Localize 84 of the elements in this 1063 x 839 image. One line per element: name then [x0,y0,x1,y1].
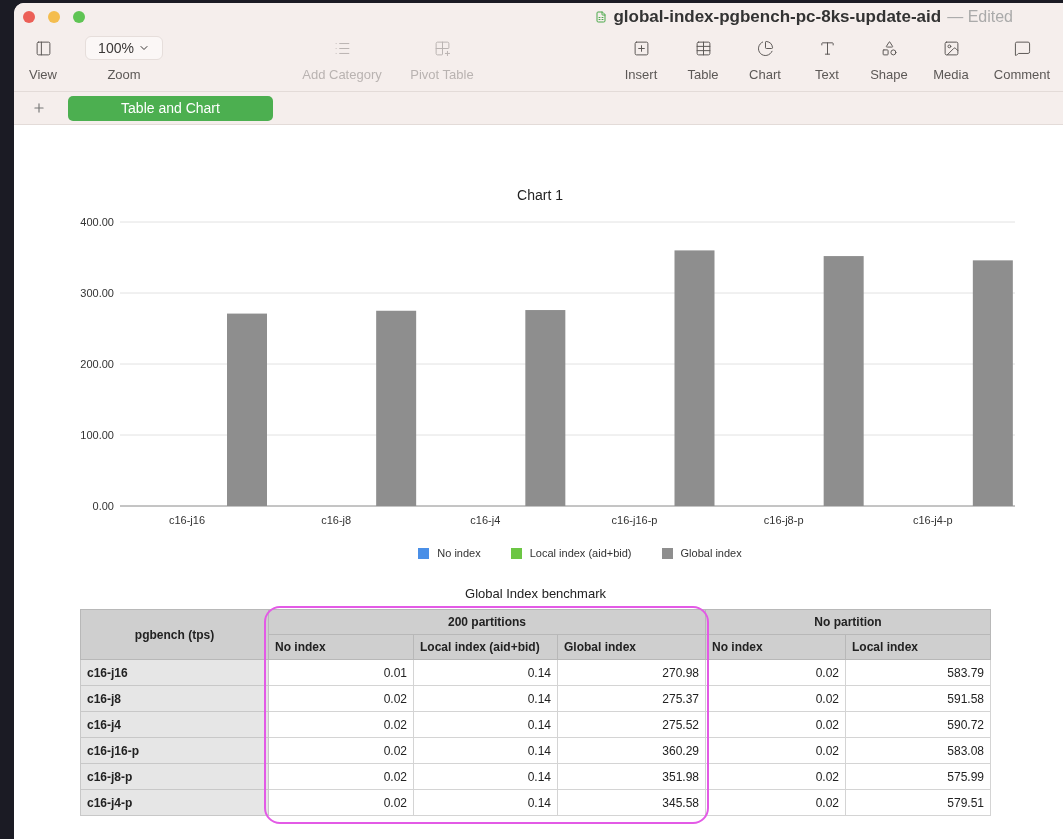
document-icon [595,11,608,23]
column-header: pgbench (tps) [80,609,269,660]
table-cell: 270.98 [557,659,706,686]
table-cell: 275.37 [557,685,706,712]
toolbar-label[interactable]: View [29,65,57,85]
table-cell: 579.51 [845,789,991,816]
legend-label: Global index [680,546,742,561]
table-cell: 583.08 [845,737,991,764]
legend-label: Local index (aid+bid) [529,546,632,561]
toolbar-label[interactable]: Chart [749,65,781,85]
table-cell: 351.98 [557,763,706,790]
axis-label: c16-j16-p [611,514,658,526]
image-icon[interactable] [942,39,960,57]
close-button[interactable] [23,11,35,23]
table-cell: 575.99 [845,763,991,790]
row-header: c16-j8 [80,685,269,712]
table-cell: 360.29 [557,737,706,764]
column-header: No index [268,634,414,660]
table-cell: 0.02 [705,685,846,712]
legend-label: No index [437,546,481,561]
row-header: c16-j8-p [80,763,269,790]
row-header: c16-j16 [80,659,269,686]
table-cell: 0.02 [705,711,846,738]
table-cell: 0.14 [413,685,558,712]
row-header: c16-j4-p [80,789,269,816]
sidebar-icon[interactable] [34,39,52,57]
column-header: Global index [557,634,706,660]
toolbar-label[interactable]: Shape [870,65,908,85]
axis-label: 300.00 [80,287,114,299]
plus-square-icon[interactable] [632,39,650,57]
table-cell: 0.01 [268,659,414,686]
axis-label: c16-j16 [168,514,206,526]
table-cell: 0.02 [268,737,414,764]
column-header: Local index (aid+bid) [413,634,558,660]
table-cell: 275.52 [557,711,706,738]
plus-icon [32,101,46,115]
speech-bubble-icon[interactable] [1013,39,1031,57]
pie-chart-icon[interactable] [756,39,774,57]
toolbar-label[interactable]: Comment [993,65,1051,85]
column-header: Local index [845,634,991,660]
table-cell: 0.02 [268,789,414,816]
table-icon[interactable] [694,39,712,57]
text-box-icon[interactable] [818,39,836,57]
toolbar-label[interactable]: Text [815,65,839,85]
table-cell: 0.14 [413,711,558,738]
column-header: 200 partitions [268,609,706,635]
table-cell: 0.14 [413,763,558,790]
row-header: c16-j16-p [80,737,269,764]
axis-label: 200.00 [80,358,114,370]
table-cell: 0.14 [413,659,558,686]
table-cell: 583.79 [845,659,991,686]
toolbar-label[interactable]: Zoom [107,65,141,85]
axis-label: c16-j8-p [763,514,804,526]
shapes-icon[interactable] [880,39,898,57]
edited-status: — Edited [947,7,1013,27]
table-cell: 0.02 [705,763,846,790]
table-title: Global Index benchmark [465,584,606,603]
table-cell: 0.02 [268,685,414,712]
table-cell: 590.72 [845,711,991,738]
axis-label: c16-j4 [470,514,501,526]
table-cell: 0.14 [413,789,558,816]
column-header: No partition [705,609,991,635]
toolbar-label[interactable]: Insert [624,65,658,85]
toolbar-label[interactable]: Media [933,65,969,85]
window-title: global-index-pgbench-pc-8ks-update-aid [613,6,942,29]
axis-label: 400.00 [80,216,114,228]
axis-label: 0.00 [92,500,114,512]
axis-label: c16-j4-p [912,514,953,526]
toolbar-label: Pivot Table [410,66,474,84]
table-cell: 345.58 [557,789,706,816]
table-cell: 0.02 [705,737,846,764]
axis-label: 100.00 [80,429,114,441]
table-cell: 0.02 [705,659,846,686]
table-cell: 0.02 [268,763,414,790]
table-cell: 0.02 [268,711,414,738]
table-cell: 0.02 [705,789,846,816]
zoom-dropdown[interactable]: 100% [85,36,163,60]
axis-label: c16-j8 [321,514,352,526]
chart-title: Chart 1 [517,186,563,205]
table-cell: 591.58 [845,685,991,712]
table-cell: 0.14 [413,737,558,764]
toolbar-label[interactable]: Table [687,65,719,85]
toolbar-label: Add Category [302,66,382,84]
row-header: c16-j4 [80,711,269,738]
